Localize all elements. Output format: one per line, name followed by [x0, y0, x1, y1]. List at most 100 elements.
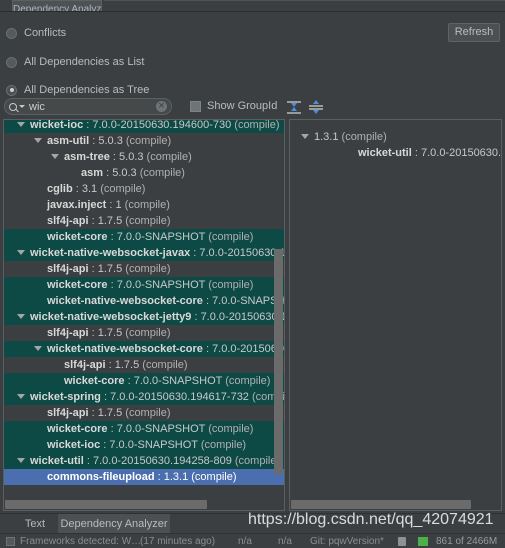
right-pane-horizontal-scrollbar[interactable]: [291, 500, 500, 509]
tree-row-label: wicket-util : 7.0.0-20150630.194258-809 …: [30, 453, 280, 469]
tree-row[interactable]: commons-fileupload : 1.3.1 (compile): [4, 469, 284, 485]
artifact-version: 1.7.5: [97, 327, 123, 339]
tree-row[interactable]: asm-util : 5.0.3 (compile): [4, 133, 284, 149]
show-groupid-checkbox-box: [190, 100, 201, 112]
artifact-id: wicket-core: [64, 375, 125, 387]
top-tab-strip: Dependency Analyzer: [0, 0, 505, 11]
artifact-version-separator: :: [191, 311, 201, 323]
tree-row[interactable]: wicket-native-websocket-javax : 7.0.0-20…: [4, 245, 284, 261]
artifact-version-separator: :: [202, 295, 213, 307]
tab-dependency-analyzer-bottom[interactable]: Dependency Analyzer: [58, 514, 170, 534]
artifact-version-separator: :: [88, 407, 98, 419]
tree-row[interactable]: javax.inject : 1 (compile): [4, 197, 284, 213]
tree-row[interactable]: cglib : 3.1 (compile): [4, 181, 284, 197]
tree-row[interactable]: wicket-native-websocket-core : 7.0.0-201…: [4, 341, 284, 357]
tree-row-label: wicket-native-websocket-core : 7.0.0-201…: [47, 341, 284, 357]
artifact-scope: (compile): [97, 183, 146, 195]
tree-row-label: slf4j-api : 1.7.5 (compile): [64, 357, 188, 373]
tree-twisty-icon[interactable]: [34, 138, 42, 143]
left-tree-rows: wicket-ioc : 7.0.0-20150630.194600-730 (…: [4, 120, 284, 485]
refresh-button[interactable]: Refresh: [448, 23, 500, 42]
tree-row[interactable]: 1.3.1 (compile): [290, 129, 501, 145]
right-tree-rows: 1.3.1 (compile) wicket-util : 7.0.0-20150…: [290, 120, 501, 161]
tree-twisty-icon[interactable]: [301, 134, 309, 139]
tree-row[interactable]: wicket-util : 7.0.0-20150630.194258-809 …: [290, 145, 501, 161]
tree-row[interactable]: wicket-core : 7.0.0-SNAPSHOT (compile): [4, 229, 284, 245]
right-pane-hscroll-thumb[interactable]: [291, 500, 471, 509]
tree-twisty-icon[interactable]: [17, 314, 25, 319]
tree-row[interactable]: wicket-ioc : 7.0.0-SNAPSHOT (compile): [4, 437, 284, 453]
artifact-version: 1.7.5: [97, 407, 123, 419]
tree-row[interactable]: slf4j-api : 1.7.5 (compile): [4, 325, 284, 341]
radio-conflicts[interactable]: Conflicts: [6, 24, 66, 42]
inspection-status-icon[interactable]: [418, 537, 428, 546]
tree-row-label: wicket-native-websocket-jetty9 : 7.0.0-2…: [30, 309, 284, 325]
artifact-version: 7.0.0-SNAPSHOT: [116, 231, 206, 243]
tree-row[interactable]: wicket-core : 7.0.0-SNAPSHOT (compile): [4, 421, 284, 437]
artifact-version: 7.0.0-20150630.19474: [199, 247, 284, 259]
artifact-version: 1.3.1: [163, 471, 189, 483]
tree-row-label: slf4j-api : 1.7.5 (compile): [47, 405, 171, 421]
dependency-tree-right[interactable]: 1.3.1 (compile) wicket-util : 7.0.0-20150…: [289, 119, 502, 511]
left-pane-hscroll-thumb[interactable]: [5, 500, 207, 509]
tree-row[interactable]: asm : 5.0.3 (compile): [4, 165, 284, 181]
artifact-id: wicket-core: [47, 423, 108, 435]
lock-icon[interactable]: [398, 537, 406, 546]
expand-all-icon[interactable]: [286, 99, 302, 115]
tree-row[interactable]: wicket-core : 7.0.0-SNAPSHOT (compile): [4, 277, 284, 293]
clear-search-icon[interactable]: ×: [156, 101, 167, 112]
tree-twisty-icon[interactable]: [17, 394, 25, 399]
tree-row[interactable]: wicket-spring : 7.0.0-20150630.194617-73…: [4, 389, 284, 405]
tree-twisty-icon[interactable]: [17, 122, 25, 127]
tree-twisty-icon[interactable]: [34, 346, 42, 351]
artifact-version-separator: :: [83, 455, 93, 467]
tree-twisty-icon[interactable]: [17, 250, 25, 255]
artifact-scope: (compile): [121, 199, 170, 211]
search-input[interactable]: wic ×: [4, 98, 172, 115]
tree-row[interactable]: wicket-native-websocket-jetty9 : 7.0.0-2…: [4, 309, 284, 325]
status-bar: Frameworks detected: W… (17 minutes ago)…: [0, 533, 505, 548]
show-groupid-checkbox[interactable]: Show GroupId: [190, 100, 277, 112]
artifact-id: wicket-native-websocket-core: [47, 295, 203, 307]
artifact-id: wicket-native-websocket-jetty9: [30, 311, 192, 323]
status-checkbox-icon[interactable]: [6, 537, 15, 546]
status-timestamp: (17 minutes ago): [140, 536, 216, 547]
status-frameworks-detected[interactable]: Frameworks detected: W…: [20, 536, 141, 547]
tree-twisty-icon[interactable]: [51, 154, 59, 159]
artifact-version: 5.0.3: [98, 135, 123, 147]
tree-row[interactable]: wicket-ioc : 7.0.0-20150630.194600-730 (…: [4, 120, 284, 133]
tree-row[interactable]: slf4j-api : 1.7.5 (compile): [4, 357, 284, 373]
tree-row[interactable]: wicket-native-websocket-core : 7.0.0-SNA…: [4, 293, 284, 309]
left-pane-horizontal-scrollbar[interactable]: [5, 500, 273, 509]
artifact-version: 7.0.0-20150630.1947: [200, 311, 284, 323]
tab-dependency-analyzer[interactable]: Dependency Analyzer: [12, 0, 102, 11]
tree-row-label: slf4j-api : 1.7.5 (compile): [47, 213, 171, 229]
tree-row[interactable]: asm-tree : 5.0.3 (compile): [4, 149, 284, 165]
show-groupid-label: Show GroupId: [207, 100, 278, 112]
tree-row[interactable]: wicket-core : 7.0.0-SNAPSHOT (compile): [4, 373, 284, 389]
status-memory-indicator[interactable]: 861 of 2466M: [436, 536, 497, 547]
artifact-id: asm-tree: [64, 151, 110, 163]
tab-text[interactable]: Text: [12, 514, 58, 534]
tree-row[interactable]: slf4j-api : 1.7.5 (compile): [4, 261, 284, 277]
left-pane-vscroll-thumb[interactable]: [274, 249, 283, 474]
collapse-all-icon[interactable]: [308, 99, 324, 115]
tree-row[interactable]: wicket-util : 7.0.0-20150630.194258-809 …: [4, 453, 284, 469]
dependency-tree-left[interactable]: wicket-ioc : 7.0.0-20150630.194600-730 (…: [3, 119, 285, 511]
artifact-id: slf4j-api: [47, 263, 89, 275]
left-pane-vertical-scrollbar[interactable]: [274, 121, 283, 495]
status-git-branch[interactable]: Git: pqwVersion*: [310, 536, 384, 547]
radio-all-dependencies-as-list[interactable]: All Dependencies as List: [6, 53, 144, 71]
artifact-version: 1.7.5: [97, 263, 123, 275]
artifact-version-separator: :: [107, 279, 117, 291]
artifact-version: 7.0.0-20150630.194617-732: [110, 391, 249, 403]
artifact-version: 7.0.0-SNAPSHOT: [133, 375, 223, 387]
tree-row[interactable]: slf4j-api : 1.7.5 (compile): [4, 405, 284, 421]
artifact-version: 7.0.0-SNAPSHOT: [116, 279, 206, 291]
status-na-left: n/a: [238, 536, 252, 547]
tree-row[interactable]: slf4j-api : 1.7.5 (compile): [4, 213, 284, 229]
artifact-version-separator: :: [88, 215, 98, 227]
radio-all-dependencies-as-tree-label: All Dependencies as Tree: [24, 84, 150, 96]
tree-twisty-icon[interactable]: [17, 458, 25, 463]
artifact-id: asm: [81, 167, 104, 179]
